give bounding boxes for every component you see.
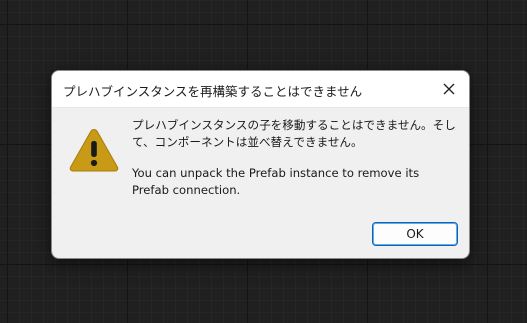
ok-button[interactable]: OK xyxy=(372,222,458,246)
message-japanese: プレハブインスタンスの子を移動することはできません。そして、コンポーネントは並べ… xyxy=(132,118,456,149)
error-dialog: プレハブインスタンスを再構築することはできません プレハブインスタンスの子を移動… xyxy=(51,70,470,259)
close-icon xyxy=(443,83,455,95)
warning-icon xyxy=(69,128,119,172)
message-english: You can unpack the Prefab instance to re… xyxy=(132,166,420,197)
close-button[interactable] xyxy=(437,77,461,101)
dialog-titlebar[interactable]: プレハブインスタンスを再構築することはできません xyxy=(52,71,469,108)
dialog-message: プレハブインスタンスの子を移動することはできません。そして、コンポーネントは並べ… xyxy=(132,117,458,199)
dialog-title: プレハブインスタンスを再構築することはできません xyxy=(63,84,363,99)
